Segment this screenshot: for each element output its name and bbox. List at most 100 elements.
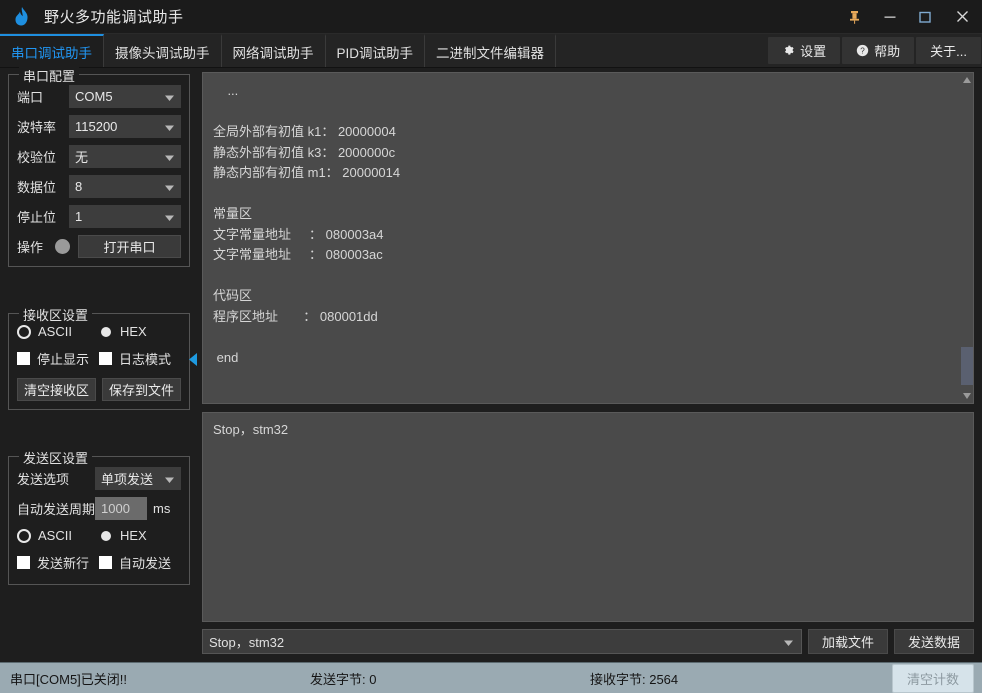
log-mode-checkbox[interactable]: 日志模式 (99, 349, 181, 368)
stopbits-select[interactable]: 1 (69, 205, 181, 228)
connection-status-text: 串口[COM5]已关闭!! (10, 671, 128, 687)
send-toolbar: Stop，stm32 加载文件 发送数据 (202, 622, 974, 662)
receive-option-checks: 停止显示 日志模式 (17, 349, 181, 368)
baudrate-value: 115200 (75, 119, 118, 134)
send-newline-label: 发送新行 (37, 556, 90, 571)
status-bar: 串口[COM5]已关闭!! 发送字节: 0 接收字节: 2564 清空计数 (0, 662, 982, 693)
receive-hex-radio[interactable]: HEX (99, 324, 181, 339)
send-hex-label: HEX (120, 528, 147, 543)
serial-config-legend: 串口配置 (19, 66, 80, 85)
title-bar: 野火多功能调试助手 (0, 0, 982, 34)
close-button[interactable] (942, 0, 982, 34)
chevron-down-icon (165, 209, 174, 224)
send-history-combo[interactable]: Stop，stm32 (202, 629, 802, 654)
app-title: 野火多功能调试助手 (44, 9, 184, 26)
pin-button[interactable] (837, 0, 872, 34)
receive-hex-label: HEX (120, 324, 147, 339)
log-mode-label: 日志模式 (119, 352, 172, 367)
receive-textarea[interactable]: ... 全局外部有初值 k1： 20000004 静态外部有初值 k3： 200… (203, 73, 959, 403)
auto-send-label: 自动发送 (119, 556, 172, 571)
parity-label: 校验位 (17, 150, 57, 165)
databits-label: 数据位 (17, 180, 57, 195)
chevron-down-icon (165, 149, 174, 164)
tab-pid[interactable]: PID调试助手 (325, 34, 426, 67)
scroll-down-button[interactable] (960, 389, 974, 403)
databits-row: 数据位 8 (17, 175, 181, 198)
clear-count-button[interactable]: 清空计数 (891, 663, 974, 693)
stopbits-row: 停止位 1 (17, 205, 181, 228)
triangle-left-icon (189, 352, 197, 366)
port-select[interactable]: COM5 (69, 85, 181, 108)
stop-display-checkbox[interactable]: 停止显示 (17, 349, 99, 368)
stop-display-label: 停止显示 (37, 352, 90, 367)
send-option-value: 单项发送 (101, 472, 154, 487)
triangle-up-icon (962, 77, 971, 83)
open-port-button[interactable]: 打开串口 (78, 235, 181, 258)
tab-camera[interactable]: 摄像头调试助手 (104, 34, 222, 67)
baudrate-select[interactable]: 115200 (69, 115, 181, 138)
minimize-icon (884, 16, 895, 18)
chevron-down-icon (783, 634, 793, 649)
auto-send-period-row: 自动发送周期 1000 ms (17, 497, 181, 520)
port-row: 端口 COM5 (17, 85, 181, 108)
scrollbar-thumb[interactable] (960, 347, 973, 385)
settings-button[interactable]: 设置 (768, 37, 841, 64)
checkbox-icon (99, 352, 112, 365)
send-option-select[interactable]: 单项发送 (95, 467, 181, 490)
clear-receive-button[interactable]: 清空接收区 (17, 378, 96, 401)
gear-icon (782, 44, 795, 57)
app-window: 野火多功能调试助手 串口调试助手 摄像头调试助手 网络调试助手 PID调试助手 … (0, 0, 982, 693)
load-file-button[interactable]: 加载文件 (807, 629, 888, 654)
send-option-checks: 发送新行 自动发送 (17, 553, 181, 572)
parity-select[interactable]: 无 (69, 145, 181, 168)
maximize-button[interactable] (907, 0, 942, 34)
receive-scrollbar[interactable] (959, 73, 973, 403)
save-to-file-button[interactable]: 保存到文件 (102, 378, 181, 401)
send-textarea[interactable]: Stop，stm32 (202, 412, 974, 622)
tab-serial[interactable]: 串口调试助手 (0, 34, 104, 67)
baudrate-row: 波特率 115200 (17, 115, 181, 138)
sent-bytes-text: 发送字节: 0 (310, 671, 377, 687)
settings-label: 设置 (800, 44, 827, 59)
stopbits-label: 停止位 (17, 210, 57, 225)
receive-ascii-radio[interactable]: ASCII (17, 324, 99, 339)
radio-selected-icon (17, 324, 31, 339)
scrollbar-track[interactable] (960, 87, 974, 389)
tabbar-spacer (556, 34, 767, 67)
auto-send-period-input[interactable]: 1000 (95, 497, 148, 520)
question-circle-icon: ? (856, 44, 869, 57)
tab-network[interactable]: 网络调试助手 (221, 34, 326, 67)
auto-send-period-unit: ms (153, 501, 171, 516)
operation-label: 操作 (17, 240, 44, 255)
tab-binary-editor[interactable]: 二进制文件编辑器 (425, 34, 557, 67)
auto-send-period-label: 自动发送周期 (17, 502, 96, 517)
main-body: 串口配置 端口 COM5 波特率 115200 校验位 无 数据位 8 停止位 … (0, 66, 982, 662)
maximize-icon (918, 11, 931, 23)
send-option-row: 发送选项 单项发送 (17, 467, 181, 490)
send-data-button[interactable]: 发送数据 (893, 629, 974, 654)
chevron-down-icon (165, 471, 174, 486)
svg-text:?: ? (860, 46, 865, 55)
collapse-sidebar-handle[interactable] (188, 352, 198, 366)
help-button[interactable]: ? 帮助 (842, 37, 915, 64)
checkbox-icon (17, 556, 30, 569)
scroll-up-button[interactable] (960, 73, 974, 87)
tab-bar: 串口调试助手 摄像头调试助手 网络调试助手 PID调试助手 二进制文件编辑器 设… (0, 34, 982, 68)
send-option-label: 发送选项 (17, 472, 70, 487)
minimize-button[interactable] (872, 0, 907, 34)
config-sidebar: 串口配置 端口 COM5 波特率 115200 校验位 无 数据位 8 停止位 … (0, 66, 198, 662)
send-hex-radio[interactable]: HEX (99, 528, 181, 543)
auto-send-checkbox[interactable]: 自动发送 (99, 553, 181, 572)
databits-select[interactable]: 8 (69, 175, 181, 198)
console-panel: ... 全局外部有初值 k1： 20000004 静态外部有初值 k3： 200… (196, 68, 982, 662)
port-label: 端口 (17, 90, 44, 105)
send-newline-checkbox[interactable]: 发送新行 (17, 553, 99, 572)
app-logo (0, 0, 44, 34)
about-button[interactable]: 关于... (916, 37, 981, 64)
send-ascii-radio[interactable]: ASCII (17, 528, 99, 543)
stopbits-value: 1 (75, 209, 83, 224)
receive-ascii-label: ASCII (38, 324, 72, 339)
pin-icon (850, 10, 859, 24)
radio-unselected-icon (99, 528, 113, 543)
send-history-value: Stop，stm32 (209, 635, 285, 650)
